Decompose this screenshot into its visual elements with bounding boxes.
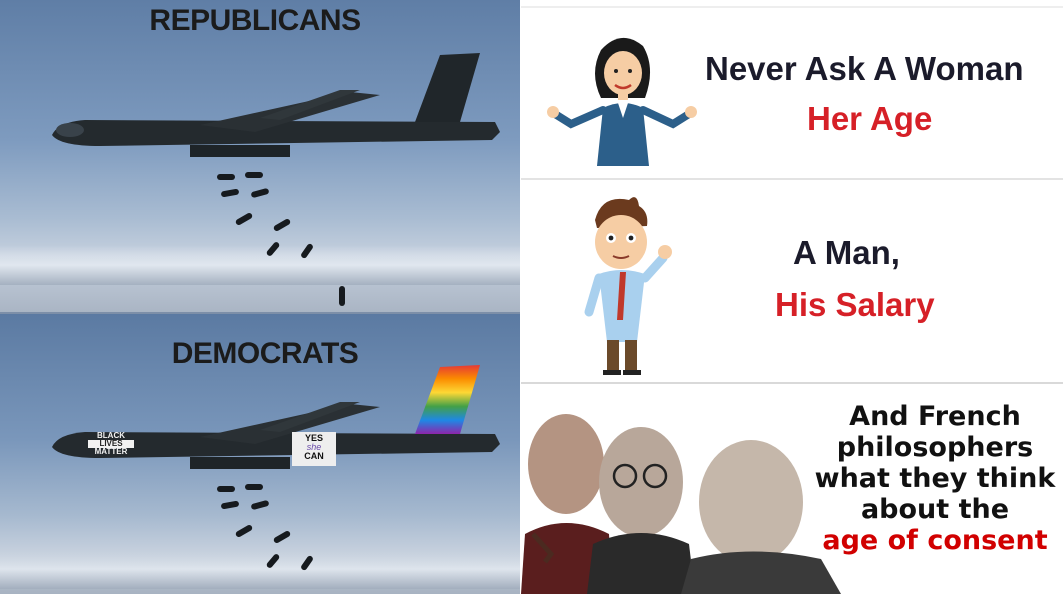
republicans-caption: REPUBLICANS — [149, 4, 361, 37]
panel1-line1: Never Ask A Woman — [705, 50, 1024, 87]
panel1-line2: Her Age — [807, 100, 933, 137]
bomber-meme: REPUBLICANS BLACK LIVES MATTER YES she C… — [0, 0, 520, 594]
woman-cartoon-icon — [547, 37, 697, 166]
bomber-plane-democrats — [52, 365, 500, 469]
bomber-plane-republicans — [52, 53, 500, 157]
blm-nose-decal: BLACK LIVES MATTER — [88, 432, 134, 456]
philosophers-panel: And French philosophers what they think … — [521, 382, 1063, 594]
panel3-line: what they think — [814, 463, 1056, 494]
panel3-line: And French — [849, 401, 1021, 432]
french-philosophers-text: And French philosophers what they think … — [806, 401, 1063, 556]
age-of-consent-text: age of consent — [822, 525, 1048, 556]
top-sky-panel: REPUBLICANS — [0, 0, 520, 312]
democrats-caption: DEMOCRATS — [171, 337, 359, 370]
man-cartoon-icon — [584, 197, 672, 375]
decal-line: CAN — [304, 451, 324, 461]
panel3-line: philosophers — [836, 432, 1034, 463]
philosophers-photo — [521, 394, 851, 594]
panel3-line: about the — [860, 494, 1010, 525]
panel2-line2: His Salary — [775, 286, 935, 323]
panel2-line1: A Man, — [793, 234, 900, 271]
falling-bombs-bottom — [217, 484, 313, 571]
yes-she-can-decal: YES she CAN — [293, 434, 335, 461]
falling-bombs-top — [217, 172, 345, 306]
man-panel: A Man, His Salary — [521, 178, 1063, 382]
decal-line: MATTER — [94, 447, 128, 456]
woman-panel: Never Ask A Woman Her Age — [521, 6, 1063, 178]
